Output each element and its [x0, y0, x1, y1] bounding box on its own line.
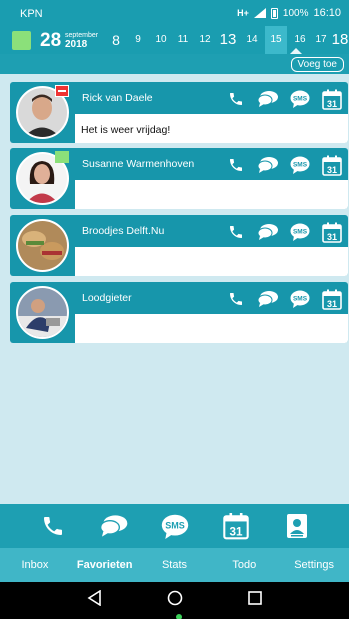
avatar-broodjes[interactable]	[16, 219, 69, 272]
signal-icon	[253, 8, 266, 18]
chat-icon[interactable]	[257, 221, 279, 243]
recents-icon[interactable]	[248, 591, 262, 610]
avatar-loodgieter[interactable]	[16, 286, 69, 339]
sms-icon[interactable]: SMS	[158, 509, 192, 543]
calendar-label: 31	[327, 232, 337, 242]
sms-icon[interactable]: SMS	[289, 288, 311, 310]
contact-name: Broodjes Delft.Nu	[82, 225, 165, 237]
tab-favorieten[interactable]: Favorieten	[70, 548, 140, 582]
phone-icon[interactable]	[225, 288, 247, 310]
calendar-icon[interactable]: 31	[321, 154, 343, 176]
calendar-icon[interactable]: 31	[321, 288, 343, 310]
tab-stats[interactable]: Stats	[140, 548, 210, 582]
hour-10[interactable]: 10	[151, 26, 171, 54]
calendar-label: 31	[327, 99, 337, 109]
favorite-card-susanne[interactable]: Susanne Warmenhoven SMS 31	[10, 148, 348, 209]
contact-name: Susanne Warmenhoven	[82, 158, 195, 170]
date-month-year: september 2018	[65, 31, 98, 50]
hour-8[interactable]: 8	[107, 26, 125, 54]
chat-icon[interactable]	[97, 509, 131, 543]
carrier-name: KPN	[20, 8, 43, 20]
clock: 16:10	[313, 7, 341, 19]
date-day: 28	[40, 30, 62, 51]
calendar-icon[interactable]: 31	[321, 88, 343, 110]
avatar-photo-icon	[18, 288, 67, 337]
status-badge-green-icon	[55, 151, 69, 163]
tab-settings[interactable]: Settings	[279, 548, 349, 582]
calendar-icon[interactable]: 31	[219, 509, 253, 543]
phone-icon[interactable]	[225, 88, 247, 110]
hour-timeline[interactable]: 8 9 10 11 12 13 14 15 16 17 18	[105, 26, 349, 54]
bottom-action-bar: SMS 31	[0, 504, 349, 548]
back-icon[interactable]	[87, 589, 103, 611]
favorite-card-loodgieter[interactable]: Loodgieter SMS 31	[10, 282, 348, 343]
favorite-card-rick[interactable]: Rick van Daele SMS 31 Het is weer vrijda…	[10, 82, 348, 143]
chat-icon[interactable]	[257, 288, 279, 310]
calendar-label: 31	[327, 299, 337, 309]
contact-message[interactable]: Het is weer vrijdag!	[75, 114, 348, 143]
contact-name: Rick van Daele	[82, 92, 153, 104]
tab-bar: Inbox Favorieten Stats Todo Settings	[0, 548, 349, 582]
contact-actions: SMS 31	[225, 288, 343, 310]
chat-icon[interactable]	[257, 88, 279, 110]
avatar-photo-icon	[18, 221, 67, 270]
contact-actions: SMS 31	[225, 154, 343, 176]
phone-icon[interactable]	[36, 509, 70, 543]
sms-label: SMS	[293, 96, 308, 103]
hour-17[interactable]: 17	[311, 26, 331, 54]
status-badge-red-icon	[55, 85, 69, 97]
sms-label: SMS	[293, 296, 308, 303]
home-icon[interactable]	[167, 590, 183, 611]
status-icons: H+ 100% 16:10	[237, 7, 341, 19]
chat-icon[interactable]	[257, 154, 279, 176]
add-button[interactable]: Voeg toe	[290, 57, 344, 72]
hour-13[interactable]: 13	[217, 26, 239, 54]
tab-inbox[interactable]: Inbox	[0, 548, 70, 582]
system-nav-bar	[0, 582, 349, 619]
sms-label: SMS	[293, 162, 308, 169]
contact-message[interactable]	[75, 314, 348, 343]
contact-actions: SMS 31	[225, 221, 343, 243]
battery-icon	[270, 7, 278, 19]
contact-message[interactable]	[75, 180, 348, 209]
sms-icon[interactable]: SMS	[289, 88, 311, 110]
sms-icon[interactable]: SMS	[289, 221, 311, 243]
card-header: Rick van Daele SMS 31	[75, 82, 348, 114]
calendar-label: 31	[327, 165, 337, 175]
sms-label: SMS	[165, 520, 185, 530]
toolbar: Voeg toe	[0, 54, 349, 74]
hour-15[interactable]: 15	[265, 26, 287, 54]
phone-icon[interactable]	[225, 221, 247, 243]
hour-14[interactable]: 14	[241, 26, 263, 54]
status-bar: KPN H+ 100% 16:10	[0, 0, 349, 26]
contact-name: Loodgieter	[82, 292, 132, 304]
sms-icon[interactable]: SMS	[289, 154, 311, 176]
home-indicator-dot-icon	[176, 614, 182, 619]
calendar-icon[interactable]: 31	[321, 221, 343, 243]
hour-12[interactable]: 12	[195, 26, 215, 54]
card-header: Loodgieter SMS 31	[75, 282, 348, 314]
contact-card-icon[interactable]	[280, 509, 314, 543]
tab-todo[interactable]: Todo	[209, 548, 279, 582]
contact-message[interactable]	[75, 247, 348, 276]
card-header: Broodjes Delft.Nu SMS 31	[75, 215, 348, 247]
status-square-icon[interactable]	[12, 31, 31, 50]
hour-18[interactable]: 18	[331, 26, 349, 54]
date-year: 2018	[65, 39, 88, 50]
phone-icon[interactable]	[225, 154, 247, 176]
hour-11[interactable]: 11	[173, 26, 193, 54]
favorite-card-broodjes[interactable]: Broodjes Delft.Nu SMS 31	[10, 215, 348, 276]
card-header: Susanne Warmenhoven SMS 31	[75, 148, 348, 180]
sms-label: SMS	[293, 229, 308, 236]
contact-actions: SMS 31	[225, 88, 343, 110]
hour-9[interactable]: 9	[129, 26, 147, 54]
network-type: H+	[237, 8, 249, 18]
battery-level: 100%	[282, 7, 309, 19]
calendar-label: 31	[229, 526, 243, 539]
